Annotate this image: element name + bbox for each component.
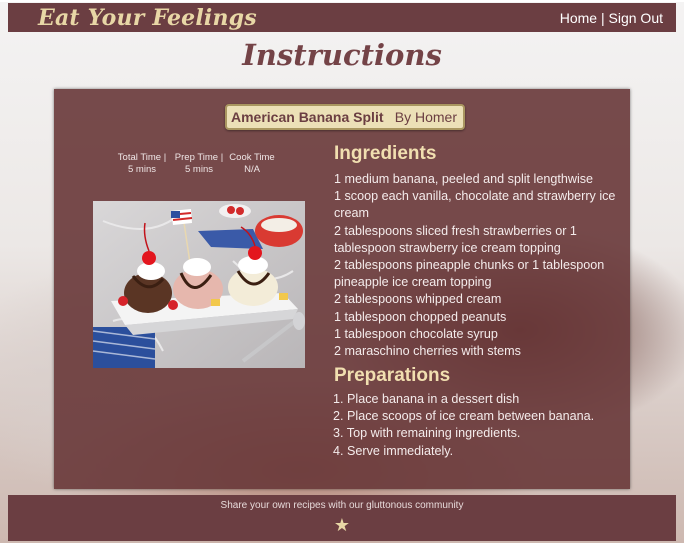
recipe-name: American Banana Split: [231, 109, 384, 125]
recipe-card: American Banana Split By Homer Total Tim…: [54, 89, 630, 489]
ingredients-list: 1 medium banana, peeled and split length…: [334, 171, 624, 360]
ingredient-item: 1 medium banana, peeled and split length…: [334, 172, 594, 186]
recipe-title-badge: American Banana Split By Homer: [225, 104, 465, 130]
prep-time-value: 5 mins: [185, 164, 213, 175]
nav-signout-link[interactable]: Sign Out: [609, 10, 663, 26]
total-time: Total Time | 5 mins: [114, 152, 170, 176]
star-icon: ★: [333, 515, 351, 536]
header-bar: Eat Your Feelings Home | Sign Out: [8, 3, 676, 32]
ingredient-item: 1 scoop each vanilla, chocolate and stra…: [334, 189, 616, 221]
footer-tagline: Share your own recipes with our gluttono…: [220, 500, 464, 511]
nav-links: Home | Sign Out: [560, 10, 663, 26]
preparations-heading: Preparations: [334, 365, 451, 386]
nav-home-link[interactable]: Home: [560, 10, 597, 26]
ingredient-item: 2 maraschino cherries with stems: [334, 344, 521, 359]
top-border: [0, 0, 684, 2]
page-title: Instructions: [242, 38, 442, 72]
prep-time: Prep Time | 5 mins: [171, 152, 227, 176]
total-time-value: 5 mins: [128, 164, 156, 175]
footer-bar: Share your own recipes with our gluttono…: [8, 495, 676, 541]
cook-time: Cook Time N/A: [227, 152, 277, 176]
ingredient-item: 1 tablespoon chocolate syrup: [334, 326, 498, 341]
preparation-step: 2. Place scoops of ice cream between ban…: [333, 409, 595, 424]
ingredient-item: 1 tablespoon chopped peanuts: [334, 309, 507, 324]
banana-split-image: [93, 201, 305, 368]
recipe-author: By Homer: [394, 109, 457, 125]
preparation-step: 4. Serve immediately.: [333, 443, 454, 458]
total-time-label: Total Time |: [117, 152, 167, 163]
cook-time-label: Cook Time: [229, 152, 275, 163]
prep-time-label: Prep Time |: [174, 152, 224, 163]
ingredients-heading: Ingredients: [334, 143, 437, 164]
preparation-step: 3. Top with remaining ingredients.: [333, 426, 521, 441]
preparation-step: 1. Place banana in a dessert dish: [333, 392, 520, 406]
ingredient-item: 2 tablespoons whipped cream: [334, 292, 502, 307]
recipe-photo: [93, 201, 305, 368]
nav-separator: |: [597, 10, 609, 26]
site-logo[interactable]: Eat Your Feelings: [38, 5, 257, 31]
preparations-list: 1. Place banana in a dessert dish 2. Pla…: [333, 391, 623, 460]
ingredient-item: 2 tablespoons pineapple chunks or 1 tabl…: [334, 258, 605, 290]
ingredient-item: 2 tablespoons sliced fresh strawberries …: [334, 223, 577, 255]
cook-time-value: N/A: [244, 164, 260, 175]
